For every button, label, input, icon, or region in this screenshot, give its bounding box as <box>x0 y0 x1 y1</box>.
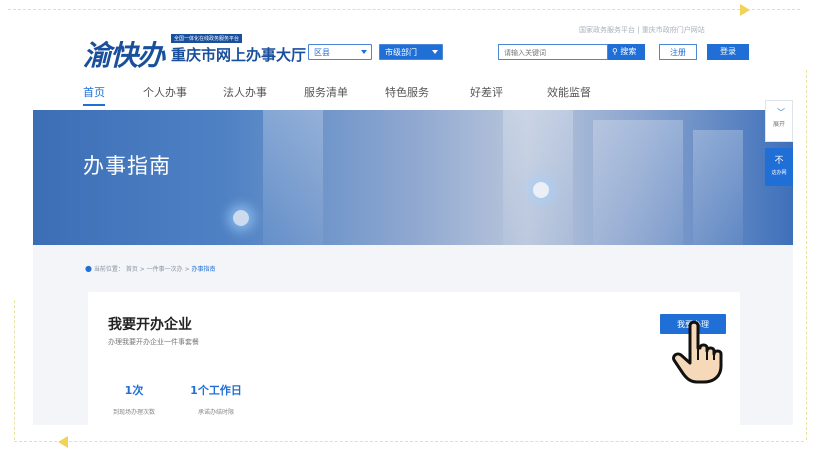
banner-building <box>593 120 683 245</box>
nav-home[interactable]: 首页 <box>83 84 105 106</box>
hand-pointer-icon <box>672 320 723 384</box>
frame-arrow-left-icon <box>58 436 68 448</box>
logo-script[interactable]: 渝快办 <box>83 34 165 74</box>
banner-building <box>503 110 573 245</box>
side-float-button[interactable]: 不 这办网 <box>765 148 793 186</box>
logo-site-name[interactable]: 重庆市网上办事大厅 <box>171 44 306 65</box>
banner-light <box>533 182 549 198</box>
breadcrumb-current: 办事指南 <box>191 266 216 273</box>
department-select-label: 市级部门 <box>385 48 417 57</box>
side-expand-label: 展开 <box>772 121 785 128</box>
dashed-frame-right <box>806 70 807 440</box>
side-float-label: 不 <box>774 156 784 166</box>
banner-building <box>263 110 323 245</box>
nav-personal[interactable]: 个人办事 <box>143 84 187 100</box>
login-button[interactable]: 登录 <box>707 44 749 60</box>
breadcrumb-path[interactable]: 当前位置： 首页 > 一件事一次办 > <box>94 266 192 273</box>
stat-time-limit: 1个工作日 承诺办结时限 <box>184 382 248 416</box>
stat-value: 1个工作日 <box>190 384 242 397</box>
main-nav: 首页 个人办事 法人办事 服务清单 特色服务 好差评 效能监督 <box>33 84 793 106</box>
frame-arrow-right-icon <box>740 4 750 16</box>
chevron-down-icon: ﹀ <box>777 108 785 117</box>
service-title: 我要开办企业 <box>108 317 192 333</box>
dashed-frame-top <box>8 9 800 10</box>
side-float-sublabel: 这办网 <box>771 170 787 176</box>
banner-light <box>233 210 249 226</box>
breadcrumb: ● 当前位置： 首页 > 一件事一次办 > 办事指南 <box>85 264 216 273</box>
stat-visits: 1次 到现场办理次数 <box>104 382 164 416</box>
stat-value: 1次 <box>124 384 144 397</box>
location-pin-icon: ● <box>85 264 92 273</box>
register-button[interactable]: 注册 <box>659 44 697 60</box>
top-links[interactable]: 国家政务服务平台 | 重庆市政府门户网站 <box>579 25 705 35</box>
banner-building <box>693 130 743 245</box>
nav-supervision[interactable]: 效能监督 <box>547 84 591 100</box>
nav-legal-person[interactable]: 法人办事 <box>223 84 267 100</box>
nav-featured[interactable]: 特色服务 <box>385 84 429 100</box>
chevron-down-icon <box>361 50 367 54</box>
search-button-label: 搜索 <box>620 47 637 56</box>
stat-label: 到现场办理次数 <box>112 409 155 416</box>
nav-service-list[interactable]: 服务清单 <box>304 84 348 100</box>
search-icon: ⚲ <box>612 47 618 56</box>
dashed-frame-bottom <box>14 441 804 442</box>
search-button[interactable]: ⚲ 搜索 <box>608 44 645 60</box>
side-expand-tab[interactable]: ﹀ 展开 <box>765 100 793 142</box>
department-select[interactable]: 市级部门 <box>379 44 443 60</box>
service-subtitle: 办理我要开办企业一件事套餐 <box>108 338 199 346</box>
logo-tagline: 全国一体化在线政务服务平台 <box>171 34 243 43</box>
dashed-frame-left <box>14 300 15 440</box>
nav-evaluation[interactable]: 好差评 <box>470 84 503 100</box>
site-header: 渝快办 全国一体化在线政务服务平台 重庆市网上办事大厅 区县 市级部门 国家政务… <box>33 22 793 110</box>
district-select[interactable]: 区县 <box>308 44 372 60</box>
search-input[interactable]: 请输入关键词 <box>498 44 608 60</box>
service-card: 我要开办企业 办理我要开办企业一件事套餐 1次 到现场办理次数 1个工作日 承诺… <box>88 292 740 425</box>
chevron-down-icon <box>432 50 438 54</box>
stat-label: 承诺办结时限 <box>197 409 234 416</box>
hero-banner: 办事指南 <box>33 110 793 245</box>
district-select-label: 区县 <box>314 48 330 57</box>
page-title: 办事指南 <box>83 154 171 178</box>
